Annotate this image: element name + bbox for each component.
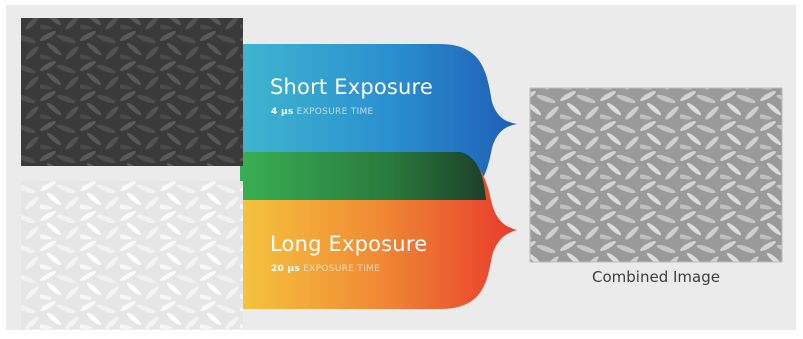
short-exposure-value: 4 µs (271, 107, 294, 117)
diagram-canvas (6, 5, 796, 330)
combined-image-caption: Combined Image (592, 268, 720, 286)
combined-image (530, 88, 782, 262)
exposure-diagram: Short Exposure 4 µs EXPOSURE TIME Long Ex… (0, 0, 803, 339)
long-exposure-value: 20 µs (271, 264, 301, 274)
long-exposure-subtitle: 20 µs EXPOSURE TIME (271, 264, 380, 274)
short-exposure-title: Short Exposure (270, 75, 434, 99)
short-exposure-subtitle: 4 µs EXPOSURE TIME (271, 107, 374, 117)
short-exposure-unit: EXPOSURE TIME (296, 107, 374, 117)
long-exposure-image (21, 181, 243, 329)
long-exposure-title: Long Exposure (270, 232, 428, 256)
overlap-band (240, 152, 486, 200)
short-exposure-image (21, 18, 243, 166)
long-exposure-unit: EXPOSURE TIME (303, 264, 381, 274)
